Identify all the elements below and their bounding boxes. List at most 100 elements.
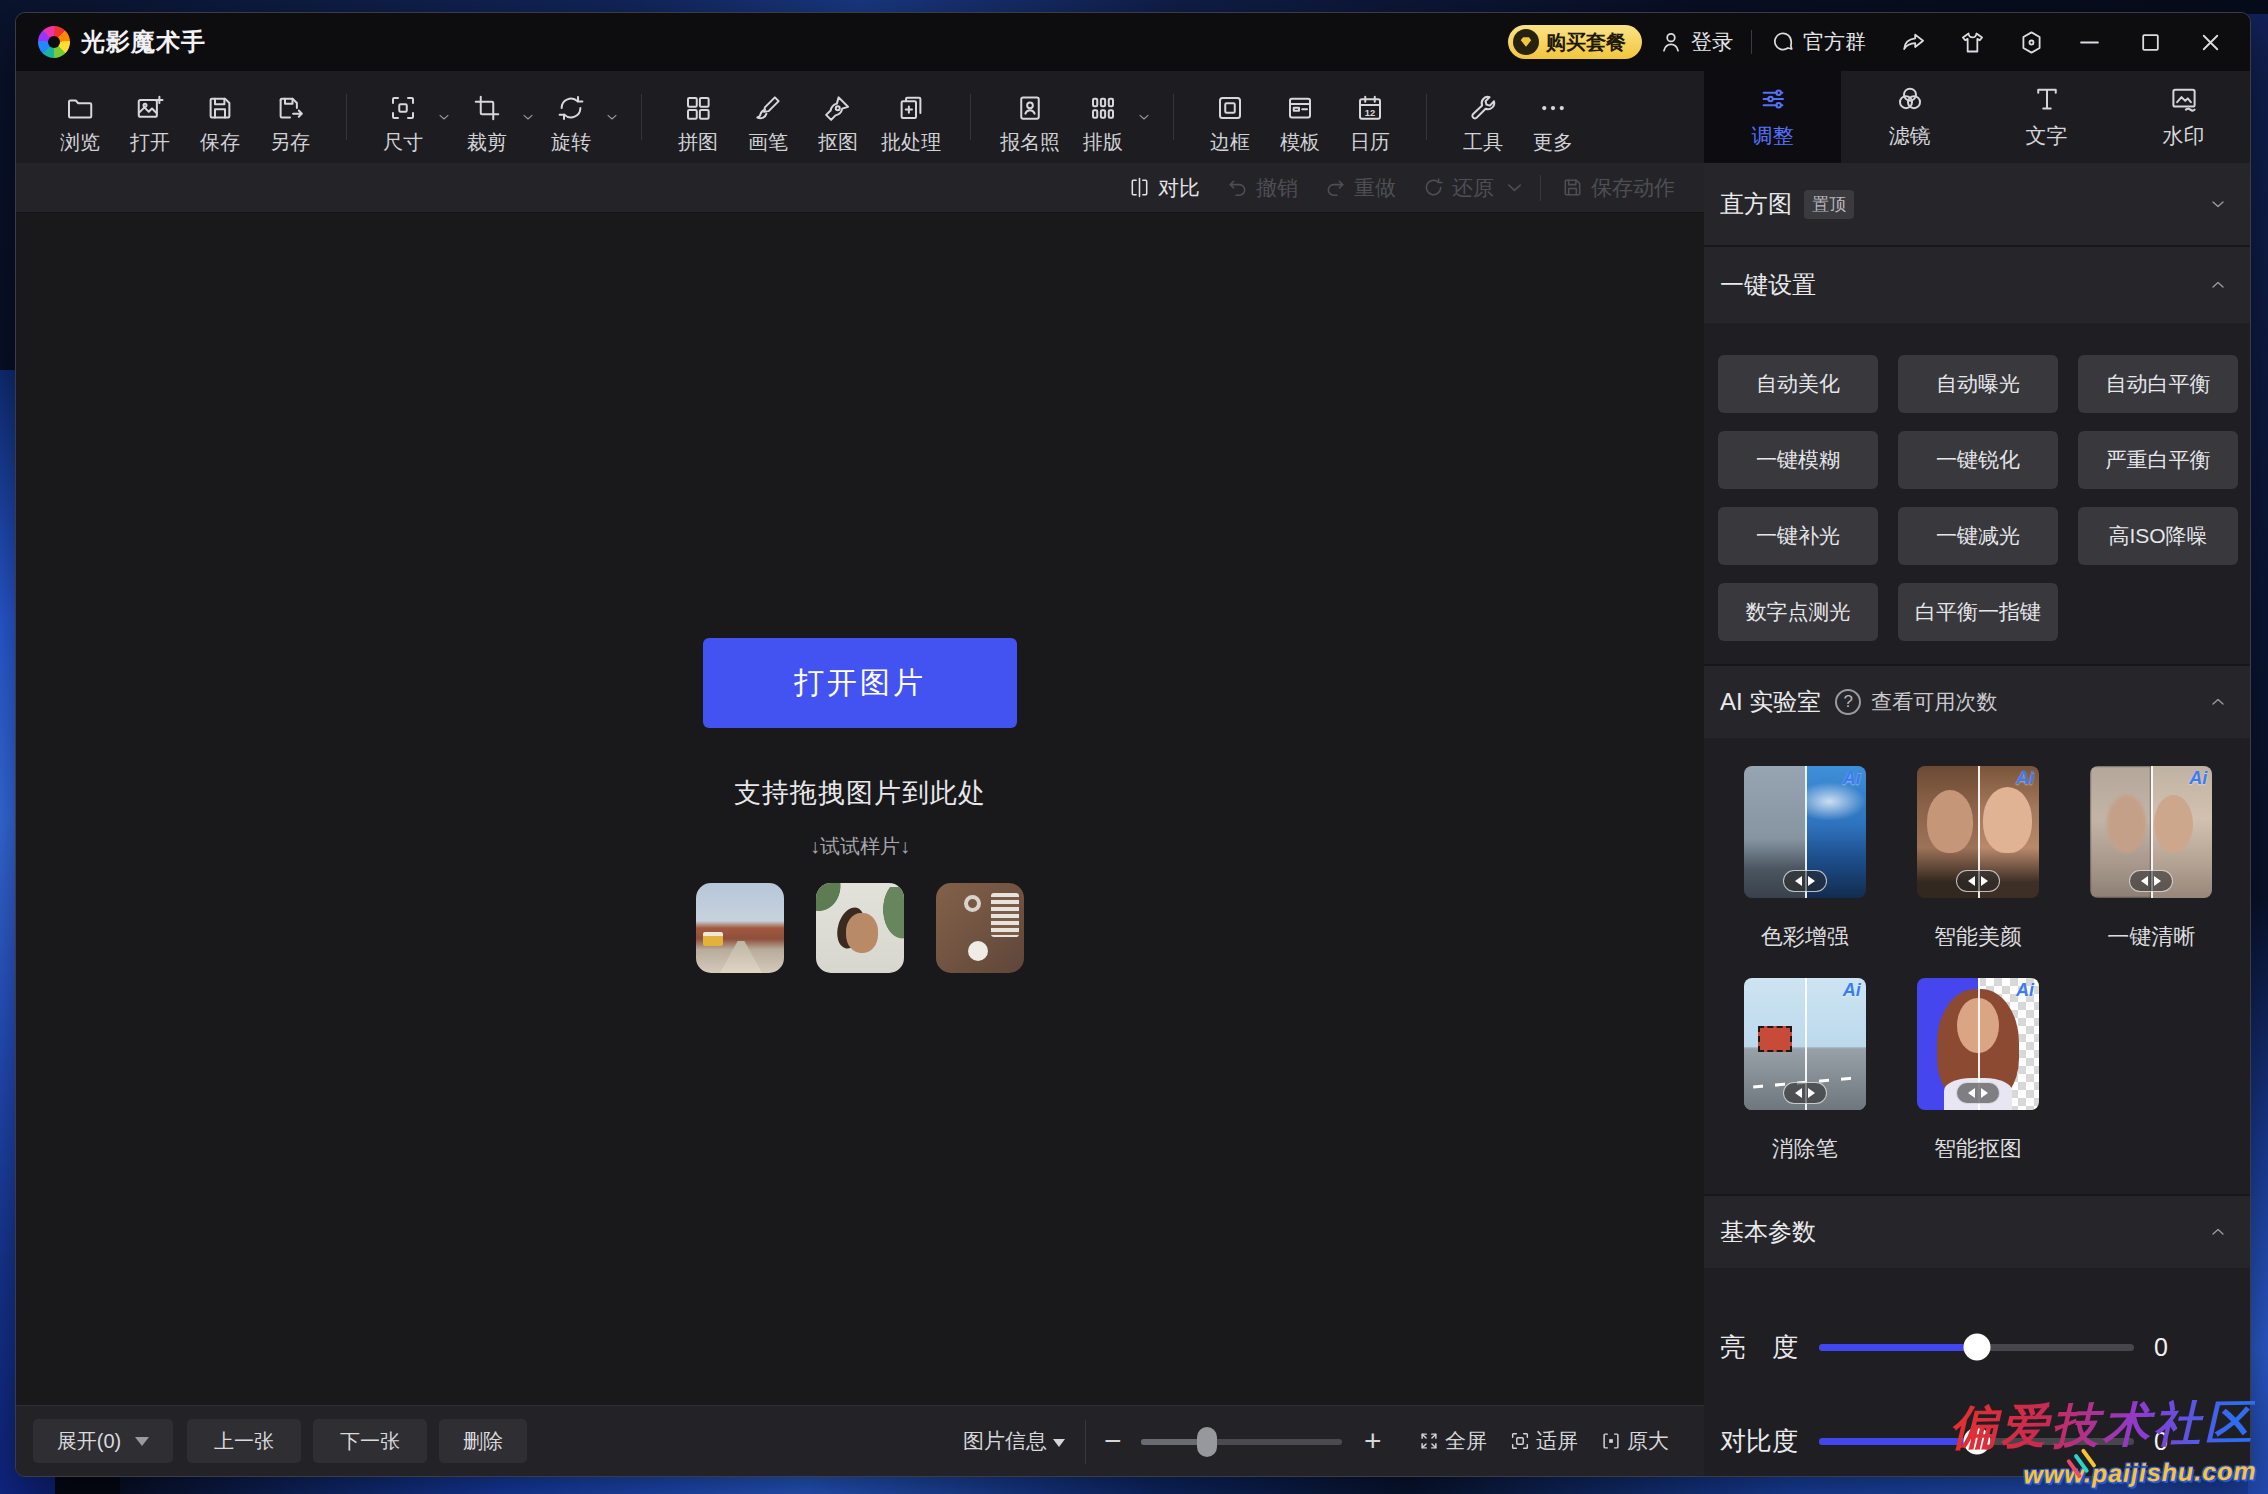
ai-lab-header[interactable]: AI 实验室 ? 查看可用次数 bbox=[1704, 666, 2251, 738]
bottom-bar: 展开(0) 上一张 下一张 删除 图片信息 − + 全屏 适屏 原大 bbox=[16, 1405, 1704, 1476]
zoom-out-button[interactable]: − bbox=[1104, 1406, 1122, 1476]
app-logo-icon bbox=[38, 26, 70, 58]
quick-button[interactable]: 高ISO降噪 bbox=[2078, 507, 2238, 565]
toolbar-crop[interactable]: 裁剪 bbox=[452, 79, 522, 156]
quick-button[interactable]: 一键模糊 bbox=[1718, 431, 1878, 489]
toolbar-batch[interactable]: 批处理 bbox=[873, 79, 949, 156]
previous-image-button[interactable]: 上一张 bbox=[187, 1419, 301, 1463]
quick-button[interactable]: 一键减光 bbox=[1898, 507, 2058, 565]
chevron-down-icon[interactable] bbox=[436, 109, 452, 125]
close-button[interactable] bbox=[2197, 29, 2224, 56]
toolbar-tools[interactable]: 工具 bbox=[1448, 79, 1518, 156]
tab-adjust[interactable]: 调整 bbox=[1704, 71, 1841, 163]
app-window: 光影魔术手 购买套餐 登录 官方群 浏览 bbox=[15, 12, 2251, 1477]
restore-button[interactable]: 还原 bbox=[1422, 174, 1526, 202]
image-info-button[interactable]: 图片信息 bbox=[963, 1406, 1065, 1476]
quick-button[interactable]: 数字点测光 bbox=[1718, 583, 1878, 641]
chevron-down-icon[interactable] bbox=[1136, 109, 1152, 125]
toolbar-template[interactable]: 模板 bbox=[1265, 79, 1335, 156]
sample-image-desert[interactable] bbox=[696, 883, 784, 973]
toolbar-calendar[interactable]: 日历 bbox=[1335, 79, 1405, 156]
save-action-button[interactable]: 保存动作 bbox=[1561, 174, 1675, 202]
ai-color-enhance[interactable]: Ai 色彩增强 bbox=[1718, 766, 1891, 952]
basic-params-header[interactable]: 基本参数 bbox=[1704, 1196, 2251, 1268]
tab-watermark[interactable]: 水印 bbox=[2115, 71, 2251, 163]
toolbar-border[interactable]: 边框 bbox=[1195, 79, 1265, 156]
watermark-icon bbox=[2169, 84, 2199, 114]
original-size-button[interactable]: 原大 bbox=[1600, 1427, 1669, 1455]
minimize-button[interactable] bbox=[2076, 29, 2103, 56]
histogram-section-header[interactable]: 直方图 置顶 bbox=[1704, 163, 2251, 245]
fullscreen-button[interactable]: 全屏 bbox=[1418, 1427, 1487, 1455]
toolbar-layout[interactable]: 排版 bbox=[1068, 79, 1138, 156]
chevron-up-icon[interactable] bbox=[2208, 692, 2228, 712]
quick-button[interactable]: 严重白平衡 bbox=[2078, 431, 2238, 489]
ai-smart-beauty[interactable]: Ai 智能美颜 bbox=[1891, 766, 2064, 952]
fit-screen-button[interactable]: 适屏 bbox=[1509, 1427, 1578, 1455]
quick-button[interactable]: 自动白平衡 bbox=[2078, 355, 2238, 413]
ai-smart-cutout[interactable]: Ai 智能抠图 bbox=[1891, 978, 2064, 1164]
toolbar-save[interactable]: 保存 bbox=[185, 79, 255, 156]
official-group-button[interactable]: 官方群 bbox=[1770, 28, 1866, 56]
settings-icon[interactable] bbox=[2018, 29, 2045, 56]
dropdown-triangle-icon bbox=[1053, 1439, 1065, 1447]
next-image-button[interactable]: 下一张 bbox=[313, 1419, 427, 1463]
edit-toolbar-divider bbox=[1540, 175, 1541, 201]
fullscreen-icon bbox=[1418, 1430, 1440, 1452]
chevron-up-icon[interactable] bbox=[2208, 1222, 2228, 1242]
compare-button[interactable]: 对比 bbox=[1128, 174, 1200, 202]
redo-button[interactable]: 重做 bbox=[1324, 174, 1396, 202]
zoom-in-button[interactable]: + bbox=[1364, 1406, 1382, 1476]
quick-button[interactable]: 白平衡一指键 bbox=[1898, 583, 2058, 641]
expand-list-button[interactable]: 展开(0) bbox=[33, 1419, 173, 1463]
share-icon[interactable] bbox=[1900, 29, 1927, 56]
toolbar-size[interactable]: 尺寸 bbox=[368, 79, 438, 156]
resize-icon bbox=[388, 93, 418, 123]
chevron-down-icon[interactable] bbox=[520, 109, 536, 125]
image-plus-icon bbox=[135, 93, 165, 123]
toolbar-browse[interactable]: 浏览 bbox=[45, 79, 115, 156]
brightness-slider[interactable] bbox=[1819, 1344, 2134, 1351]
chevron-up-icon[interactable] bbox=[2208, 275, 2228, 295]
login-button[interactable]: 登录 bbox=[1658, 28, 1733, 56]
brightness-slider-thumb[interactable] bbox=[1963, 1334, 1990, 1361]
chevron-down-icon[interactable] bbox=[604, 109, 620, 125]
tab-text[interactable]: 文字 bbox=[1978, 71, 2115, 163]
zoom-slider-thumb[interactable] bbox=[1197, 1427, 1217, 1457]
buy-package-button[interactable]: 购买套餐 bbox=[1508, 25, 1642, 59]
quick-settings-header[interactable]: 一键设置 bbox=[1704, 247, 2251, 323]
layout-grid-icon bbox=[1088, 93, 1118, 123]
sample-image-portrait[interactable] bbox=[816, 883, 904, 973]
ai-eraser[interactable]: Ai 消除笔 bbox=[1718, 978, 1891, 1164]
help-icon[interactable]: ? bbox=[1835, 689, 1861, 715]
toolbar-brush[interactable]: 画笔 bbox=[733, 79, 803, 156]
toolbar-save-as[interactable]: 另存 bbox=[255, 79, 325, 156]
toolbar-more[interactable]: 更多 bbox=[1518, 79, 1588, 156]
rotate-icon bbox=[556, 93, 586, 123]
quick-button[interactable]: 自动美化 bbox=[1718, 355, 1878, 413]
quick-button[interactable]: 一键锐化 bbox=[1898, 431, 2058, 489]
maximize-button[interactable] bbox=[2137, 29, 2164, 56]
chevron-down-icon[interactable] bbox=[2208, 194, 2228, 214]
zoom-slider[interactable] bbox=[1141, 1439, 1342, 1445]
toolbar-separator bbox=[346, 94, 347, 140]
filter-icon bbox=[1895, 84, 1925, 114]
quick-button[interactable]: 自动曝光 bbox=[1898, 355, 2058, 413]
quick-button[interactable]: 一键补光 bbox=[1718, 507, 1878, 565]
toolbar-cutout[interactable]: 抠图 bbox=[803, 79, 873, 156]
undo-button[interactable]: 撤销 bbox=[1226, 174, 1298, 202]
grid-icon bbox=[683, 93, 713, 123]
ai-usage-link[interactable]: 查看可用次数 bbox=[1871, 688, 1997, 716]
toolbar-id-photo[interactable]: 报名照 bbox=[992, 79, 1068, 156]
toolbar-open[interactable]: 打开 bbox=[115, 79, 185, 156]
app-title: 光影魔术手 bbox=[81, 26, 206, 58]
delete-image-button[interactable]: 删除 bbox=[439, 1419, 527, 1463]
ai-clarity[interactable]: Ai 一键清晰 bbox=[2065, 766, 2238, 952]
toolbar-rotate[interactable]: 旋转 bbox=[536, 79, 606, 156]
tab-filter[interactable]: 滤镜 bbox=[1841, 71, 1978, 163]
sample-image-desk[interactable] bbox=[936, 883, 1024, 973]
toolbar-collage[interactable]: 拼图 bbox=[663, 79, 733, 156]
open-image-button[interactable]: 打开图片 bbox=[703, 638, 1017, 728]
skin-store-icon[interactable] bbox=[1959, 29, 1986, 56]
sample-hint-text: ↓试试样片↓ bbox=[810, 833, 910, 860]
